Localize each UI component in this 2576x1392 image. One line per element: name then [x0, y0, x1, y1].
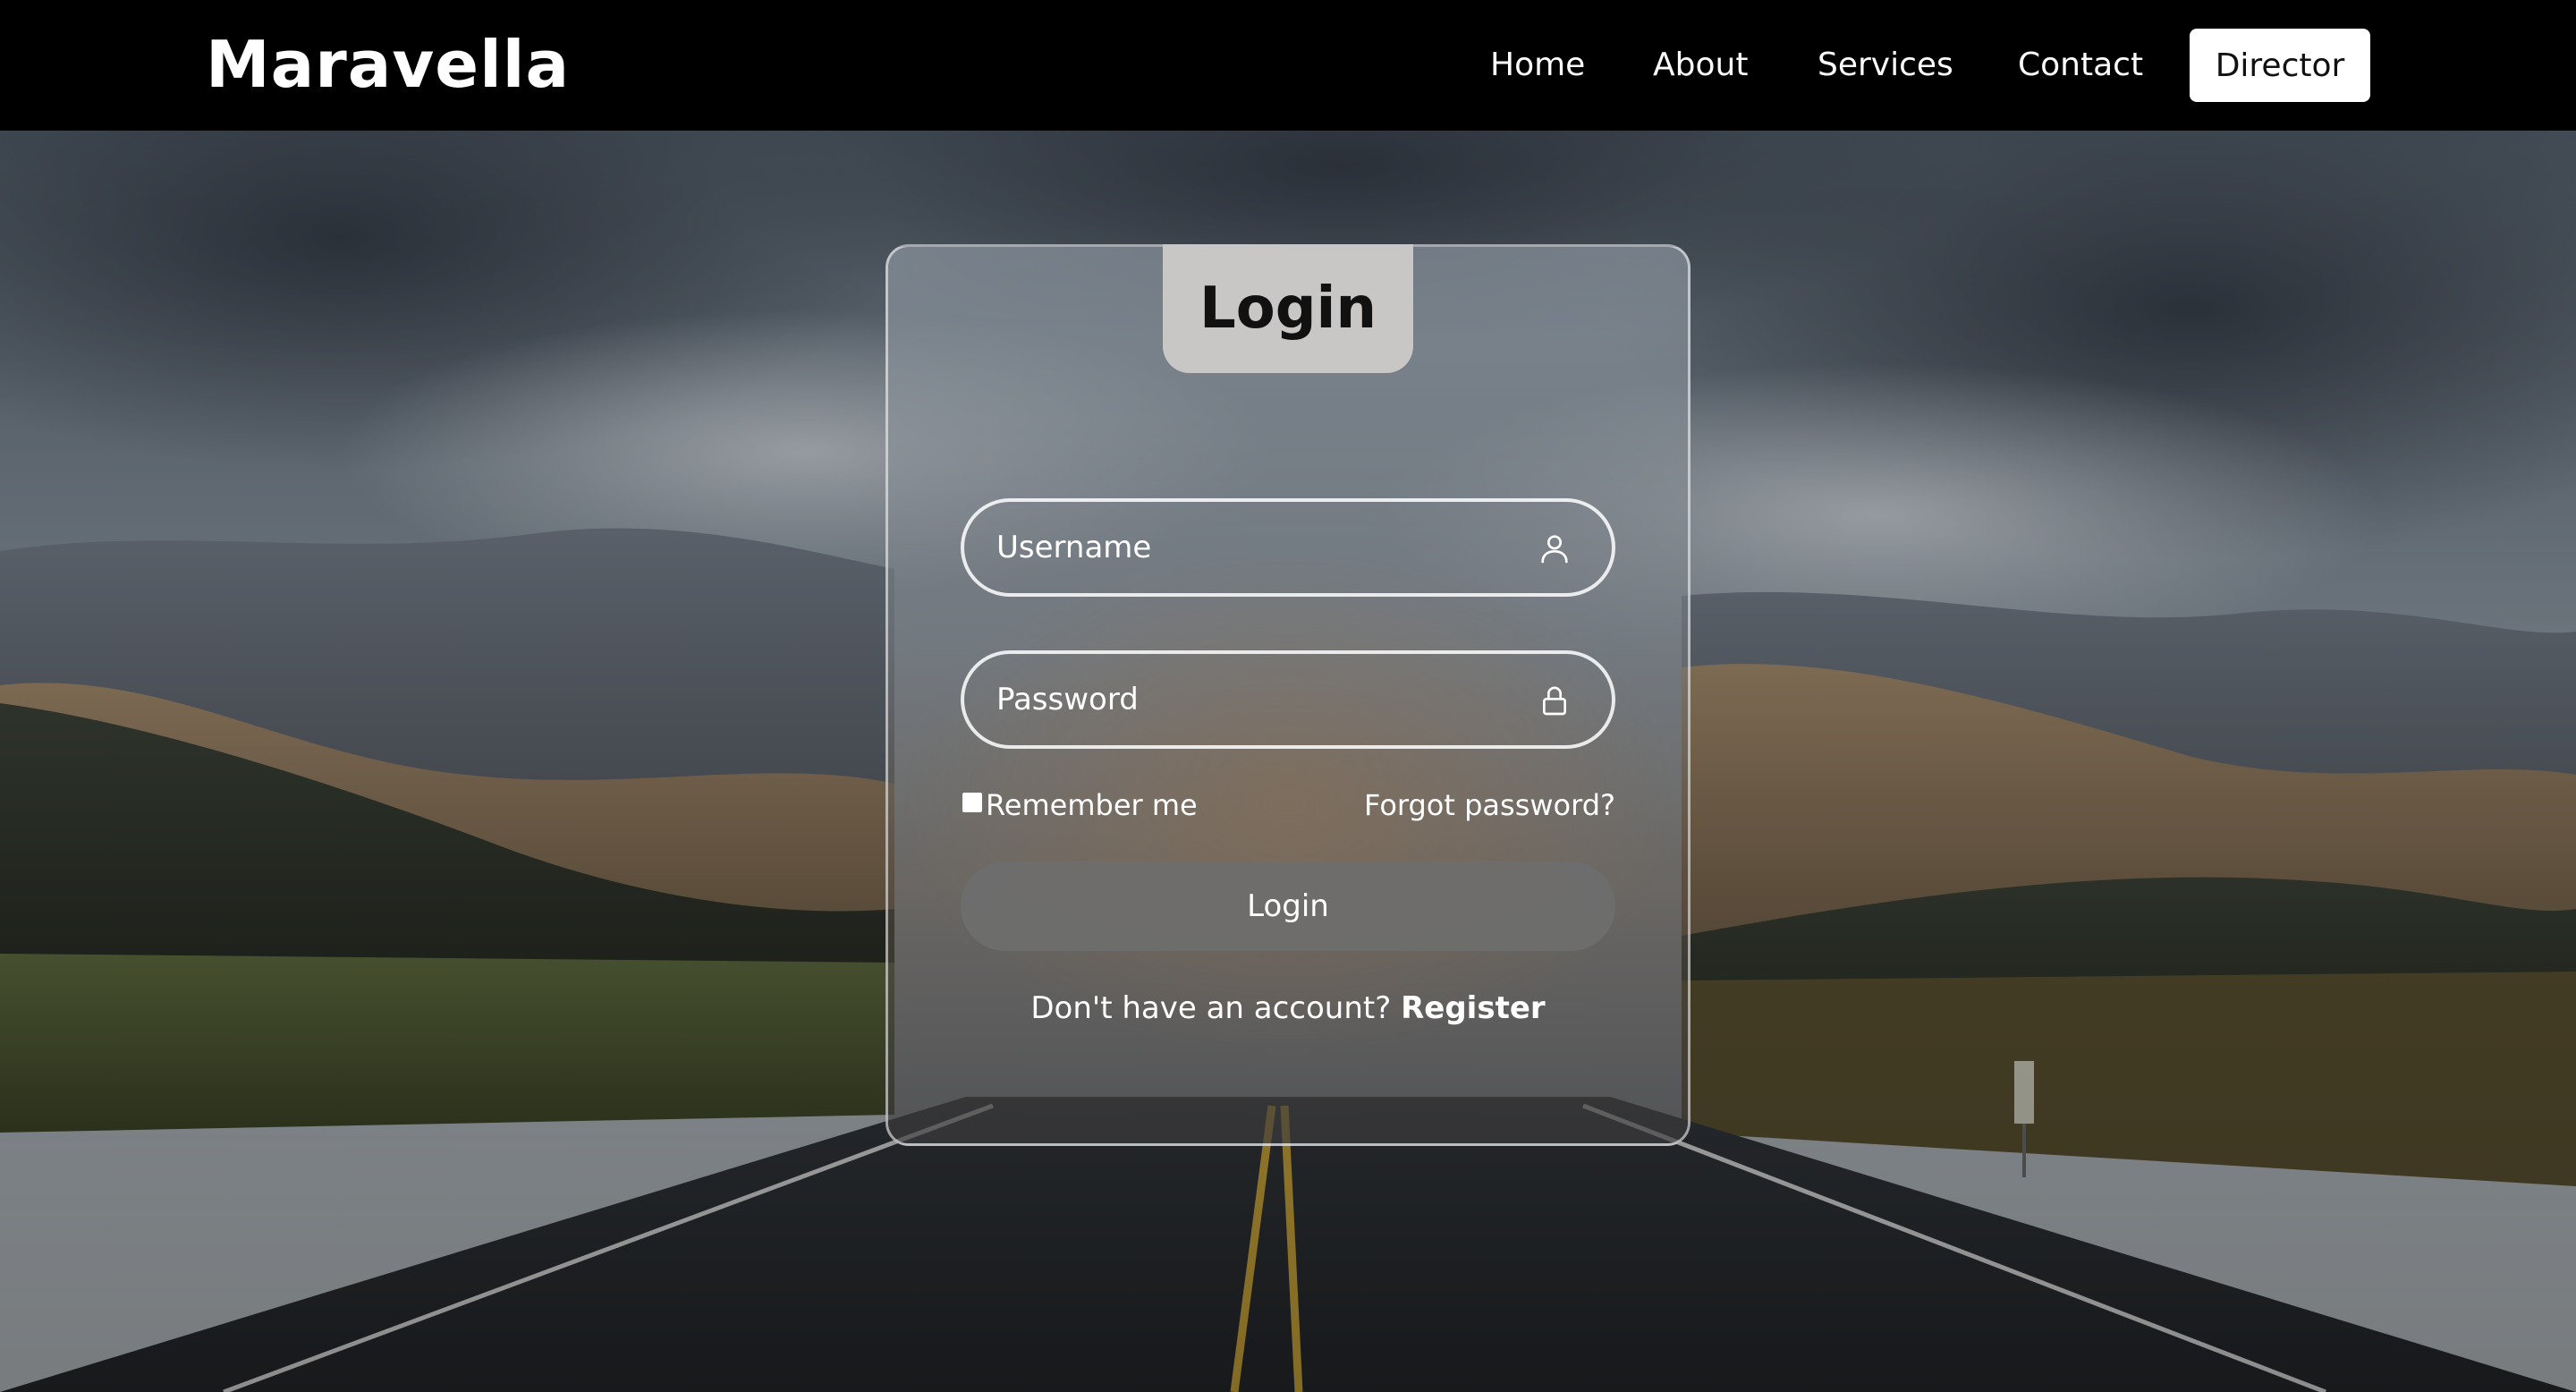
password-input[interactable]: [996, 654, 1497, 745]
director-button[interactable]: Director: [2190, 29, 2370, 102]
username-input[interactable]: [996, 502, 1497, 593]
remember-me[interactable]: Remember me: [962, 785, 1198, 825]
nav-about-link[interactable]: About: [1653, 39, 1748, 91]
remember-me-checkbox[interactable]: [962, 793, 982, 812]
nav-services-link[interactable]: Services: [1818, 39, 1953, 91]
user-icon: [1537, 530, 1572, 566]
login-button[interactable]: Login: [961, 862, 1615, 951]
register-prompt: Don't have an account? Register: [886, 986, 1690, 1031]
register-prompt-text: Don't have an account?: [1030, 990, 1392, 1026]
forgot-password-link[interactable]: Forgot password?: [1364, 785, 1615, 825]
nav-home-link[interactable]: Home: [1490, 39, 1585, 91]
password-field[interactable]: [961, 650, 1615, 749]
username-field[interactable]: [961, 498, 1615, 597]
remember-me-label: Remember me: [986, 788, 1198, 822]
brand-logo[interactable]: Maravella: [206, 23, 570, 106]
lock-icon: [1537, 683, 1572, 718]
nav-contact-link[interactable]: Contact: [2018, 39, 2143, 91]
register-link[interactable]: Register: [1401, 990, 1546, 1026]
login-title: Login: [1199, 276, 1377, 342]
site-header: Maravella Home About Services Contact Di…: [0, 0, 2576, 131]
